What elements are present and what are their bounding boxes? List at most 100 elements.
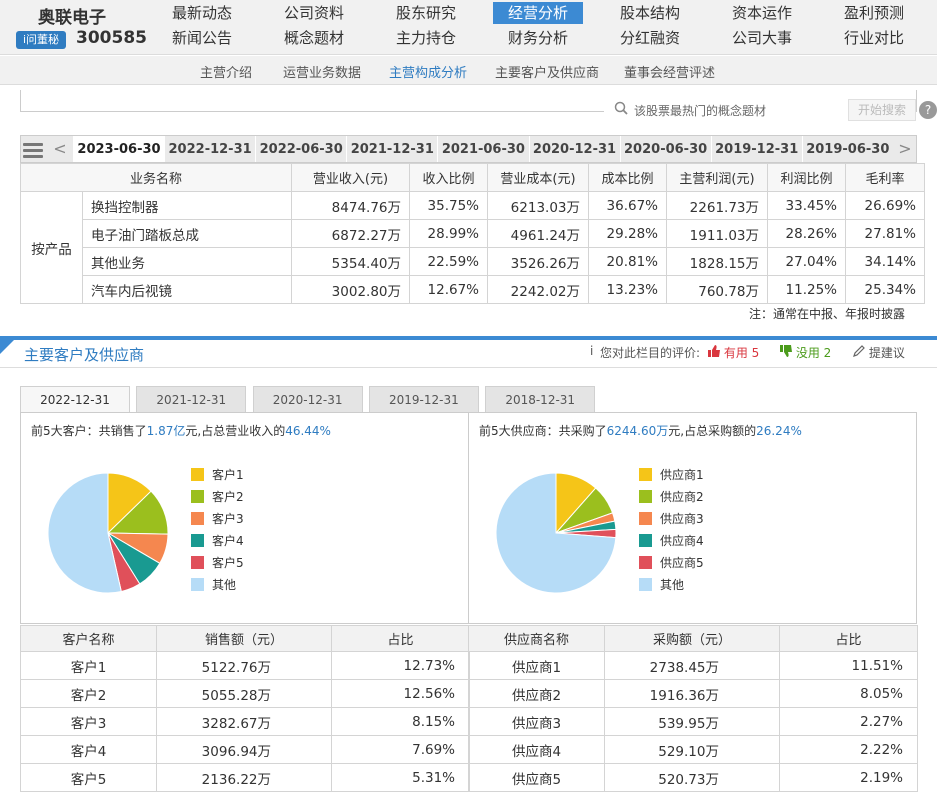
subnav-item-4[interactable]: 主要客户及供应商 (495, 62, 599, 81)
nav-item-1-4[interactable]: 经营分析 (493, 2, 583, 24)
suppliers-summary: 前5大供应商：共采购了6244.60万元,占总采购额的26.24% (479, 424, 802, 438)
suppliers-header-1: 供应商名称 (468, 625, 605, 652)
concept-search-box[interactable]: 该股票最热门的概念题材 (604, 97, 848, 121)
suppliers-cell: 2.22% (779, 735, 918, 764)
useful-count: 5 (751, 346, 760, 360)
customers-cell: 客户1 (20, 651, 157, 680)
suppliers-cell: 2738.45万 (604, 651, 780, 680)
nav-item-1-3[interactable]: 股东研究 (381, 2, 471, 24)
customers-cell: 3282.67万 (156, 707, 332, 736)
thumbs-up-icon (708, 345, 720, 357)
composition-value-cell: 28.99% (409, 219, 488, 248)
period-tab-4[interactable]: 2019-12-31 (368, 386, 479, 412)
suppliers-total-amount: 6244.60万 (606, 424, 669, 438)
useful-button[interactable]: 有用 5 (708, 344, 759, 361)
composition-header-1: 业务名称 (20, 163, 292, 192)
subnav-item-5[interactable]: 董事会经营评述 (624, 62, 715, 81)
date-tab-9[interactable]: 2019-06-30 (801, 136, 893, 162)
nav-item-1-2[interactable]: 公司资料 (269, 2, 359, 24)
nav-item-2-7[interactable]: 行业对比 (829, 27, 919, 49)
composition-header-7: 利润比例 (767, 163, 846, 192)
customers-cell: 5122.76万 (156, 651, 332, 680)
composition-value-cell: 3526.26万 (487, 247, 589, 276)
nav-item-1-1[interactable]: 最新动态 (157, 2, 247, 24)
suggest-button[interactable]: 提建议 (853, 344, 905, 361)
composition-value-cell: 2242.02万 (487, 275, 589, 304)
nav-item-2-3[interactable]: 主力持仓 (381, 27, 471, 49)
rating-label: 您对此栏目的评价: (600, 346, 701, 360)
composition-value-cell: 760.78万 (666, 275, 768, 304)
nav-item-1-5[interactable]: 股本结构 (605, 2, 695, 24)
nav-item-1-7[interactable]: 盈利预测 (829, 2, 919, 24)
sub-navigation: 主营介绍 运营业务数据 主营构成分析 主要客户及供应商 董事会经营评述 (0, 56, 937, 85)
period-tab-2[interactable]: 2021-12-31 (136, 386, 247, 412)
suppliers-cell: 供应商1 (468, 651, 605, 680)
report-date-tabs: < 2023-06-30 2022-12-31 2022-06-30 2021-12-… (20, 135, 917, 163)
thumbs-down-icon (780, 345, 792, 357)
suppliers-cell: 539.95万 (604, 707, 780, 736)
legend-swatch (639, 556, 652, 569)
date-tab-4[interactable]: 2021-12-31 (346, 136, 437, 162)
customers-cell: 7.69% (331, 735, 470, 764)
nav-item-2-5[interactable]: 分红融资 (605, 27, 695, 49)
nav-item-2-1[interactable]: 新闻公告 (157, 27, 247, 49)
date-tab-6[interactable]: 2020-12-31 (528, 136, 620, 162)
prev-arrow-icon[interactable]: < (47, 136, 73, 162)
composition-value-cell: 34.14% (845, 247, 925, 276)
table-row: 客户2 5055.28万 12.56% (20, 679, 470, 708)
legend-label: 供应商3 (660, 512, 704, 526)
date-tab-1[interactable]: 2023-06-30 (73, 136, 164, 162)
nav-item-2-4[interactable]: 财务分析 (493, 27, 583, 49)
table-row: 供应商2 1916.36万 8.05% (468, 679, 918, 708)
ask-secretary-button[interactable]: i问董秘 (16, 31, 66, 49)
date-tab-2[interactable]: 2022-12-31 (164, 136, 255, 162)
composition-header-6: 主营利润(元) (666, 163, 768, 192)
suppliers-cell: 供应商4 (468, 735, 605, 764)
date-tab-5[interactable]: 2021-06-30 (437, 136, 528, 162)
composition-row: 汽车内后视镜 3002.80万 12.67% 2242.02万 13.23% 760.78… (21, 275, 925, 304)
customers-header-3: 占比 (331, 625, 470, 652)
help-icon[interactable]: ? (919, 101, 937, 119)
search-icon (614, 101, 628, 118)
date-tab-7[interactable]: 2020-06-30 (619, 136, 711, 162)
composition-value-cell: 12.67% (409, 275, 488, 304)
nav-item-2-2[interactable]: 概念题材 (269, 27, 359, 49)
customers-header-2: 销售额（元） (156, 625, 332, 652)
customers-cell: 客户4 (20, 735, 157, 764)
customers-legend: 客户1 客户2 客户3 客户4 客户5 其他 (191, 464, 244, 596)
date-tab-8[interactable]: 2019-12-31 (710, 136, 802, 162)
next-arrow-icon[interactable]: > (892, 136, 918, 162)
table-row: 客户1 5122.76万 12.73% (20, 651, 470, 680)
section-title: 主要客户及供应商 (24, 346, 145, 364)
customers-cell: 5055.28万 (156, 679, 332, 708)
subnav-item-1[interactable]: 主营介绍 (200, 62, 252, 81)
legend-item: 供应商5 (639, 552, 704, 574)
page-root: 奥联电子 i问董秘 300585 最新动态 公司资料 股东研究 经营分析 股本结构 资本运… (0, 0, 937, 811)
table-row: 客户5 2136.22万 5.31% (20, 763, 470, 792)
suppliers-cell: 2.19% (779, 763, 918, 792)
suppliers-cell: 供应商3 (468, 707, 605, 736)
composition-row: 电子油门踏板总成 6872.27万 28.99% 4961.24万 29.28% 1911… (21, 219, 925, 248)
useless-button[interactable]: 没用 2 (780, 344, 831, 361)
subnav-item-2[interactable]: 运营业务数据 (283, 62, 361, 81)
legend-item: 供应商1 (639, 464, 704, 486)
composition-value-cell: 6213.03万 (487, 191, 589, 220)
customer-supplier-section-header: 主要客户及供应商 ⅰ 您对此栏目的评价: 有用 5 没用 2 提建议 (0, 336, 937, 368)
business-name-cell: 其他业务 (82, 247, 292, 276)
period-tab-3[interactable]: 2020-12-31 (252, 386, 363, 412)
period-tab-1[interactable]: 2022-12-31 (20, 386, 130, 412)
business-name-cell: 电子油门踏板总成 (82, 219, 292, 248)
composition-value-cell: 27.81% (845, 219, 925, 248)
nav-item-1-6[interactable]: 资本运作 (717, 2, 807, 24)
legend-label: 客户3 (212, 512, 244, 526)
suppliers-cell: 529.10万 (604, 735, 780, 764)
period-tab-5[interactable]: 2018-12-31 (485, 386, 596, 412)
table-row: 客户3 3282.67万 8.15% (20, 707, 470, 736)
disclosure-note: 注：通常在中报、年报时披露 (749, 307, 906, 321)
date-tab-3[interactable]: 2022-06-30 (255, 136, 346, 162)
menu-icon[interactable] (23, 140, 43, 160)
subnav-item-3[interactable]: 主营构成分析 (389, 62, 467, 81)
suppliers-legend: 供应商1 供应商2 供应商3 供应商4 供应商5 其他 (639, 464, 704, 596)
start-search-button[interactable]: 开始搜索 (848, 99, 916, 121)
nav-item-2-6[interactable]: 公司大事 (717, 27, 807, 49)
